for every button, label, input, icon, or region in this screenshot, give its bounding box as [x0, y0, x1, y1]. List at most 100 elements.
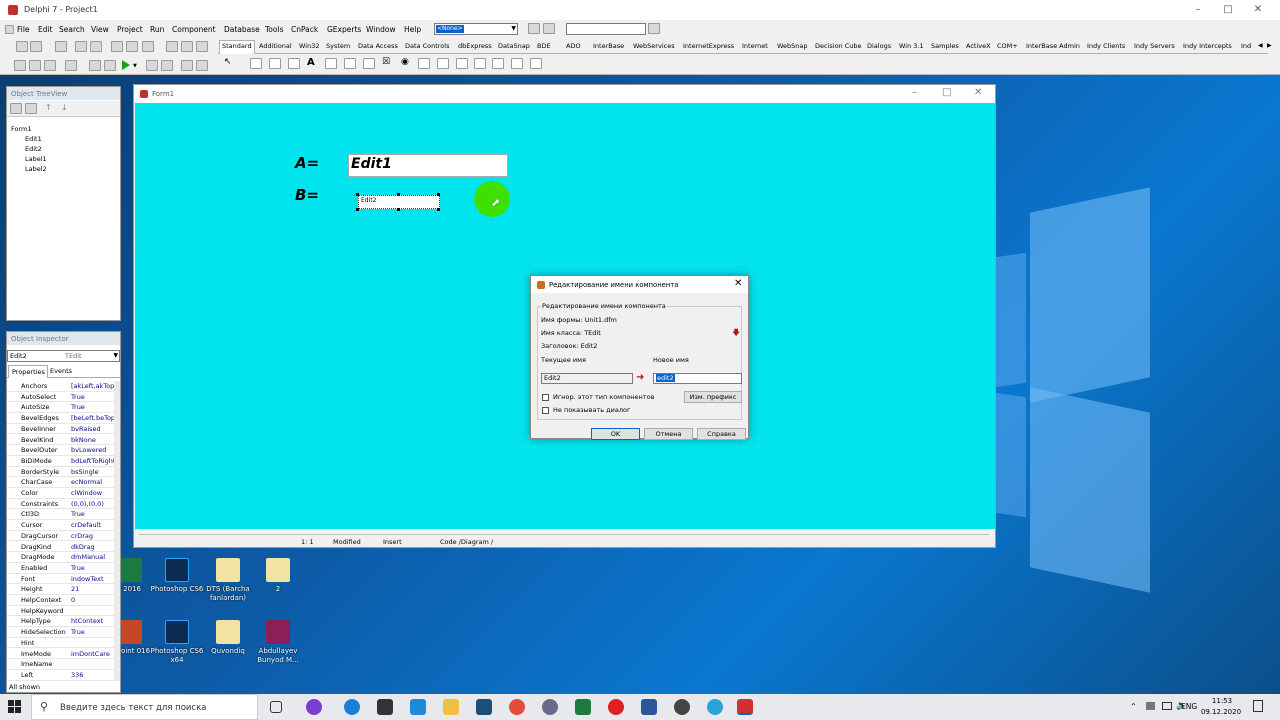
popupmenu-icon[interactable] — [288, 58, 300, 69]
tab-data-controls[interactable]: Data Controls — [405, 42, 449, 50]
selection-handle[interactable] — [356, 193, 359, 196]
property-row[interactable]: BevelKind bkNone — [7, 435, 120, 446]
chevron-down-icon[interactable]: ▼ — [133, 63, 137, 69]
label2-b[interactable]: B= — [295, 186, 319, 204]
close-button[interactable]: ✕ — [734, 278, 742, 289]
code-diagram-tabs[interactable]: Code /Diagram / — [440, 538, 493, 546]
tab-indy-clients[interactable]: Indy Clients — [1087, 42, 1125, 50]
change-prefix-button[interactable]: Изм. префикс — [684, 391, 742, 403]
menu-run[interactable]: Run — [150, 25, 164, 34]
edge-icon[interactable] — [344, 699, 360, 715]
tab-data-access[interactable]: Data Access — [358, 42, 398, 50]
property-value[interactable]: 336 — [71, 671, 119, 679]
listbox-component-icon[interactable] — [418, 58, 430, 69]
tab-internetexpress[interactable]: InternetExpress — [683, 42, 734, 50]
property-value[interactable]: bkNone — [71, 436, 119, 444]
run-icon[interactable] — [122, 60, 130, 70]
menu-file[interactable]: File — [17, 25, 30, 34]
property-value[interactable]: bdLeftToRight — [71, 457, 119, 465]
property-row[interactable]: HelpType htContext — [7, 616, 120, 628]
tool-icon[interactable] — [166, 41, 178, 52]
edit2-field[interactable]: Edit2 — [358, 195, 440, 209]
property-row[interactable]: Ctl3D True — [7, 509, 120, 521]
property-row[interactable]: Anchors [akLeft,akTop — [7, 381, 120, 392]
actionlist-component-icon[interactable] — [530, 58, 542, 69]
property-row[interactable]: Left 336 — [7, 670, 120, 681]
taskbar-search-box[interactable]: ⚲ Введите здесь текст для поиска — [31, 694, 258, 720]
menu-cnpack[interactable]: CnPack — [291, 25, 318, 34]
property-value[interactable]: True — [71, 393, 119, 401]
tab-indy-intercepts[interactable]: Indy Intercepts — [1183, 42, 1232, 50]
property-value[interactable]: bvLowered — [71, 446, 119, 454]
close-button[interactable]: ✕ — [1243, 3, 1273, 17]
property-row[interactable]: Enabled True — [7, 563, 120, 574]
explorer-icon[interactable] — [443, 699, 459, 715]
debug-desktop-icon[interactable] — [543, 23, 555, 34]
chrome-icon[interactable] — [509, 699, 525, 715]
property-value[interactable]: bvRaised — [71, 425, 119, 433]
property-row[interactable]: BevelEdges [beLeft,beTop — [7, 413, 120, 424]
ok-button[interactable]: OK — [591, 428, 640, 440]
store-icon[interactable] — [377, 699, 393, 715]
minimize-button[interactable]: – — [912, 87, 917, 98]
tree-node-edit1[interactable]: Edit1 — [25, 135, 42, 143]
property-value[interactable]: (0,0),(0,0) — [71, 500, 119, 508]
property-row[interactable]: DragCursor crDrag — [7, 531, 120, 542]
new-form-icon[interactable] — [65, 60, 77, 71]
open-project-icon[interactable] — [90, 41, 102, 52]
tab-indy-servers[interactable]: Indy Servers — [1134, 42, 1175, 50]
pointer-arrow-icon[interactable]: ↖ — [224, 57, 232, 67]
tab-interbase-admin[interactable]: InterBase Admin — [1026, 42, 1080, 50]
system-menu-icon[interactable] — [5, 25, 14, 34]
property-row[interactable]: Color clWindow — [7, 488, 120, 499]
set-debug-desktop-icon[interactable] — [648, 23, 660, 34]
arrow-up-icon[interactable]: ↑ — [45, 103, 52, 112]
property-row[interactable]: Hint — [7, 638, 120, 649]
property-value[interactable]: imDontCare — [71, 650, 119, 658]
label1-a[interactable]: A= — [295, 154, 319, 172]
property-row[interactable]: ImeMode imDontCare — [7, 649, 120, 660]
property-row[interactable]: DragMode dmManual — [7, 552, 120, 563]
step-over-icon[interactable] — [181, 60, 193, 71]
property-value[interactable]: True — [71, 564, 119, 572]
mainmenu-icon[interactable] — [269, 58, 281, 69]
selection-handle[interactable] — [397, 208, 400, 211]
property-row[interactable]: BevelInner bvRaised — [7, 424, 120, 435]
tab-additional[interactable]: Additional — [259, 42, 292, 50]
selection-handle[interactable] — [437, 193, 440, 196]
selection-handle[interactable] — [437, 208, 440, 211]
close-button[interactable]: ✕ — [974, 87, 982, 98]
tab-interbase[interactable]: InterBase — [593, 42, 624, 50]
help-button[interactable]: Справка — [697, 428, 746, 440]
notification-icon[interactable] — [1253, 700, 1263, 712]
excel-taskbar-icon[interactable] — [575, 699, 591, 715]
menu-window[interactable]: Window — [366, 25, 396, 34]
clock-date[interactable]: 09.12.2020 — [1200, 708, 1242, 716]
debug-layout-combo[interactable] — [566, 23, 646, 35]
frames-icon[interactable] — [250, 58, 262, 69]
mail-icon[interactable] — [410, 699, 426, 715]
property-value[interactable]: clWindow — [71, 489, 119, 497]
property-row[interactable]: DragKind dkDrag — [7, 542, 120, 553]
open-icon[interactable] — [30, 41, 42, 52]
tab-win31[interactable]: Win 3.1 — [899, 42, 924, 50]
toggle-form-unit-icon[interactable] — [44, 60, 56, 71]
selection-handle[interactable] — [397, 193, 400, 196]
property-value[interactable]: True — [71, 628, 119, 636]
edit-component-icon[interactable] — [325, 58, 337, 69]
property-row[interactable]: AutoSize True — [7, 402, 120, 414]
tree-node-label2[interactable]: Label2 — [25, 165, 47, 173]
property-value[interactable]: htContext — [71, 617, 119, 625]
telegram-icon[interactable] — [707, 699, 723, 715]
menu-search[interactable]: Search — [59, 25, 85, 34]
tab-samples[interactable]: Samples — [931, 42, 959, 50]
tab-ado[interactable]: ADO — [566, 42, 581, 50]
save-icon[interactable] — [55, 41, 67, 52]
property-row[interactable]: AutoSelect True — [7, 392, 120, 403]
word-icon[interactable] — [641, 699, 657, 715]
property-row[interactable]: BiDiMode bdLeftToRight — [7, 456, 120, 467]
radiobutton-component-icon[interactable]: ◉ — [401, 57, 409, 67]
button-component-icon[interactable] — [363, 58, 375, 69]
tab-events[interactable]: Events — [50, 367, 72, 375]
menu-help[interactable]: Help — [404, 25, 421, 34]
